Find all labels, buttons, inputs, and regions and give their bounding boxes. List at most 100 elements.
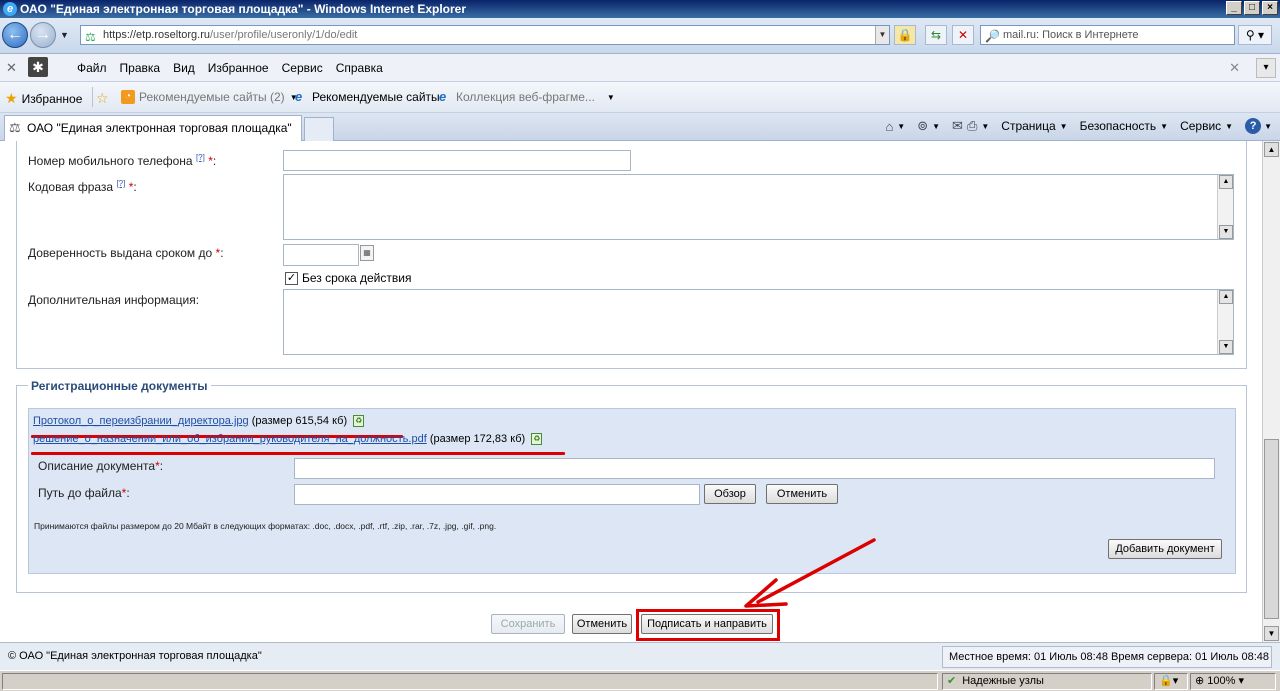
toolbar-grip-icon[interactable]: ▾ bbox=[1256, 58, 1276, 78]
no-expiry-checkbox[interactable]: ✓ bbox=[285, 272, 298, 285]
protected-mode-icon[interactable]: 🔒▾ bbox=[1154, 673, 1188, 690]
print-icon[interactable]: ⎙ bbox=[967, 118, 977, 134]
menu-favorites[interactable]: Избранное bbox=[208, 61, 269, 75]
feeds-icon[interactable]: ⊚ bbox=[917, 118, 928, 134]
extra-info-label: Дополнительная информация: bbox=[28, 293, 200, 307]
close-toolbar-icon[interactable]: ✕ bbox=[6, 60, 17, 76]
tab-active[interactable]: ⚖ ОАО "Единая электронная торговая площа… bbox=[4, 115, 302, 141]
chevron-down-icon[interactable]: ▼ bbox=[932, 122, 940, 131]
add-favorite-icon: ☆ bbox=[96, 90, 109, 106]
doc-description-input[interactable] bbox=[294, 458, 1215, 479]
lock-icon[interactable]: 🔒 bbox=[894, 25, 916, 45]
scrollbar-thumb[interactable] bbox=[1264, 439, 1279, 619]
forward-button[interactable]: → bbox=[30, 22, 56, 48]
ie-page-icon: e bbox=[295, 89, 303, 104]
textarea-scrollbar[interactable]: ▲ ▼ bbox=[1217, 175, 1233, 239]
close-window-button[interactable]: × bbox=[1262, 1, 1278, 15]
label-colon: : bbox=[133, 180, 137, 194]
recommended-sites-dropdown-label: Рекомендуемые сайты (2) bbox=[139, 90, 285, 104]
scroll-up-icon[interactable]: ▲ bbox=[1219, 175, 1233, 189]
delete-document-icon[interactable]: ♻ bbox=[531, 433, 543, 445]
maximize-button[interactable]: □ bbox=[1244, 1, 1260, 15]
recommended-sites-dropdown[interactable]: ◔ Рекомендуемые сайты (2) ▼ bbox=[121, 90, 298, 104]
time-display: Местное время: 01 Июль 08:48 Время серве… bbox=[942, 646, 1272, 668]
codephrase-label: Кодовая фраза [?] *: bbox=[28, 179, 137, 194]
mail-ru-search-icon: 🔎 bbox=[985, 29, 1000, 43]
scroll-up-icon[interactable]: ▲ bbox=[1264, 142, 1279, 157]
new-tab-button[interactable] bbox=[304, 117, 334, 141]
mobile-phone-label: Номер мобильного телефона [?] *: bbox=[28, 153, 216, 168]
chevron-down-icon[interactable]: ▼ bbox=[1060, 122, 1068, 131]
mobile-phone-input[interactable] bbox=[283, 150, 631, 171]
scroll-down-icon[interactable]: ▼ bbox=[1264, 626, 1279, 641]
add-favorites-button[interactable]: ☆ bbox=[96, 90, 113, 107]
menu-help[interactable]: Справка bbox=[336, 61, 383, 75]
cancel-upload-button[interactable]: Отменить bbox=[766, 484, 838, 504]
page-menu[interactable]: Страница bbox=[1001, 119, 1055, 133]
annotation-underline bbox=[31, 452, 565, 455]
back-button[interactable]: ← bbox=[2, 22, 28, 48]
chevron-down-icon[interactable]: ▼ bbox=[1225, 122, 1233, 131]
status-text-cell bbox=[2, 673, 938, 690]
menu-edit[interactable]: Правка bbox=[120, 61, 161, 75]
address-dropdown-icon[interactable]: ▼ bbox=[875, 26, 889, 44]
doc-description-label: Описание документа*: bbox=[38, 459, 163, 473]
add-document-button[interactable]: Добавить документ bbox=[1108, 539, 1222, 559]
help-hint-icon[interactable]: [?] bbox=[196, 153, 205, 162]
extra-info-textarea[interactable]: ▲ ▼ bbox=[283, 289, 1234, 355]
refresh-icon[interactable]: ⇆ bbox=[925, 25, 947, 45]
history-dropdown-icon[interactable]: ▼ bbox=[60, 30, 69, 40]
scroll-down-icon[interactable]: ▼ bbox=[1219, 225, 1233, 239]
mobile-phone-label-text: Номер мобильного телефона bbox=[28, 154, 193, 168]
webslice-gallery-link[interactable]: e Коллекция веб-фрагме... ▼ bbox=[439, 90, 615, 105]
check-icon: ✔ bbox=[947, 675, 957, 687]
address-bar[interactable]: ⚖ https://etp.roseltorg.ru/user/profile/… bbox=[80, 25, 890, 45]
addon-icon[interactable]: ✱ bbox=[28, 57, 48, 77]
url-path: /user/profile/useronly/1/do/edit bbox=[210, 29, 358, 41]
security-zone[interactable]: ✔ Надежные узлы bbox=[942, 673, 1152, 690]
scroll-up-icon[interactable]: ▲ bbox=[1219, 290, 1233, 304]
page-scrollbar[interactable]: ▲ ▼ bbox=[1262, 141, 1280, 642]
chevron-down-icon[interactable]: ▼ bbox=[897, 122, 905, 131]
stop-icon[interactable]: ✕ bbox=[952, 25, 974, 45]
minimize-button[interactable]: _ bbox=[1226, 1, 1242, 15]
no-expiry-label: Без срока действия bbox=[302, 271, 412, 285]
textarea-scrollbar[interactable]: ▲ ▼ bbox=[1217, 290, 1233, 354]
favorites-button[interactable]: ★ Избранное bbox=[5, 90, 82, 107]
menu-file[interactable]: Файл bbox=[77, 61, 107, 75]
document-item: решение_о_назначении_или_об_избрании_рук… bbox=[33, 433, 543, 445]
help-icon[interactable]: ? bbox=[1245, 118, 1262, 134]
status-bar: ✔ Надежные узлы 🔒▾ ⊕ 100% ▾ bbox=[0, 670, 1280, 691]
chevron-down-icon[interactable]: ▼ bbox=[1264, 122, 1272, 131]
security-menu[interactable]: Безопасность bbox=[1080, 119, 1157, 133]
file-path-input[interactable] bbox=[294, 484, 700, 505]
delete-document-icon[interactable]: ♻ bbox=[353, 415, 365, 427]
document-link[interactable]: Протокол_о_переизбрании_директора.jpg bbox=[33, 415, 249, 427]
tools-menu[interactable]: Сервис bbox=[1180, 119, 1221, 133]
menu-view[interactable]: Вид bbox=[173, 61, 195, 75]
zoom-control[interactable]: ⊕ 100% ▾ bbox=[1190, 673, 1276, 690]
codephrase-label-text: Кодовая фраза bbox=[28, 180, 114, 194]
recommended-sites-link[interactable]: e Рекомендуемые сайты bbox=[295, 89, 440, 105]
search-button[interactable]: ⚲ ▾ bbox=[1238, 25, 1272, 45]
home-icon[interactable]: ⌂ bbox=[885, 119, 893, 134]
cancel-button[interactable]: Отменить bbox=[572, 614, 632, 634]
save-button[interactable]: Сохранить bbox=[491, 614, 565, 634]
codephrase-textarea[interactable]: ▲ ▼ bbox=[283, 174, 1234, 240]
help-hint-icon[interactable]: [?] bbox=[116, 179, 125, 188]
favorites-bar: ★ Избранное ☆ ◔ Рекомендуемые сайты (2) … bbox=[0, 82, 1280, 113]
menu-tools[interactable]: Сервис bbox=[282, 61, 323, 75]
mail-icon[interactable]: ✉ bbox=[952, 118, 963, 134]
document-link[interactable]: решение_о_назначении_или_об_избрании_рук… bbox=[33, 433, 427, 445]
scroll-down-icon[interactable]: ▼ bbox=[1219, 340, 1233, 354]
favorites-star-icon: ★ bbox=[5, 90, 18, 106]
label-colon: : bbox=[126, 486, 130, 500]
copyright-text: © ОАО "Единая электронная торговая площа… bbox=[8, 650, 262, 662]
chevron-down-icon[interactable]: ▼ bbox=[1160, 122, 1168, 131]
browse-button[interactable]: Обзор bbox=[704, 484, 756, 504]
calendar-icon[interactable]: ▦ bbox=[360, 245, 374, 261]
search-input[interactable]: 🔎 mail.ru: Поиск в Интернете bbox=[980, 25, 1235, 45]
close-menu-icon[interactable]: ✕ bbox=[1229, 60, 1240, 76]
chevron-down-icon[interactable]: ▼ bbox=[981, 122, 989, 131]
proxy-date-input[interactable] bbox=[283, 244, 359, 266]
